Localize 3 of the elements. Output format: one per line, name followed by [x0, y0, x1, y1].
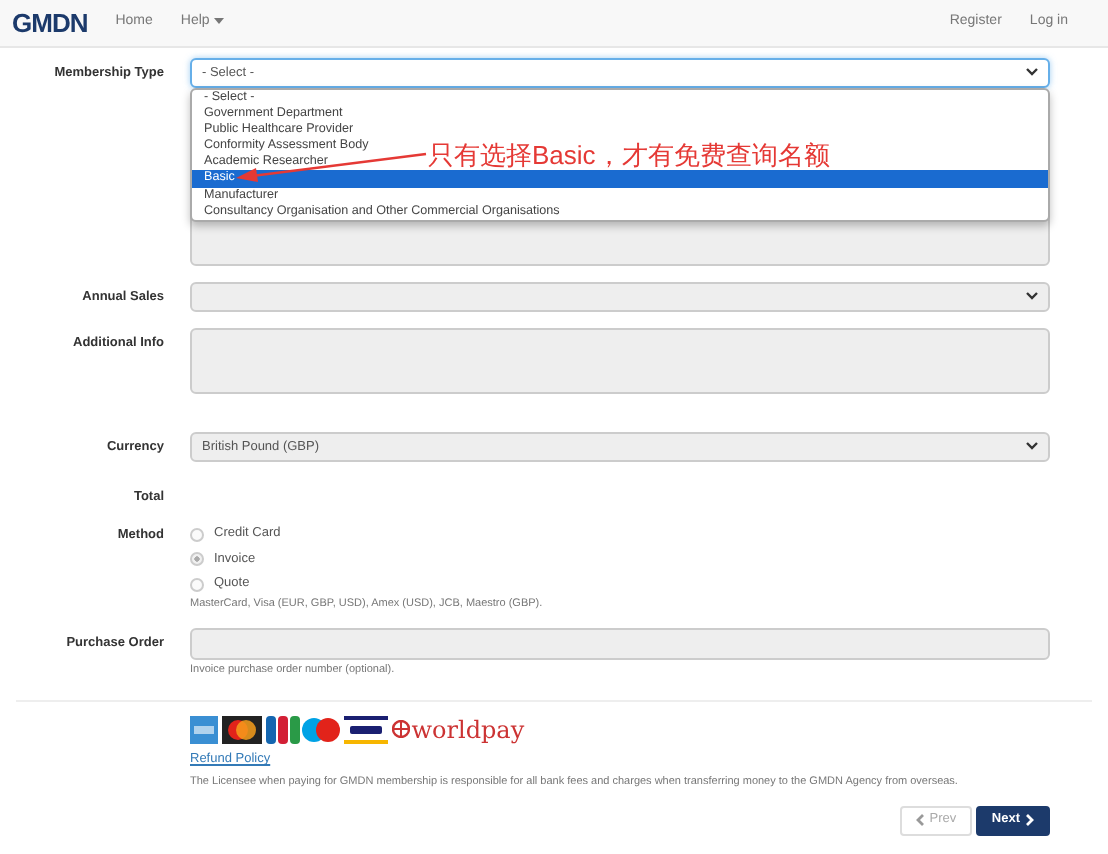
worldpay-logo-text: worldpay: [411, 717, 525, 741]
logo: GMDN: [12, 5, 88, 42]
annotation-text: 只有选择Basic，才有免费查询名额: [428, 138, 830, 174]
